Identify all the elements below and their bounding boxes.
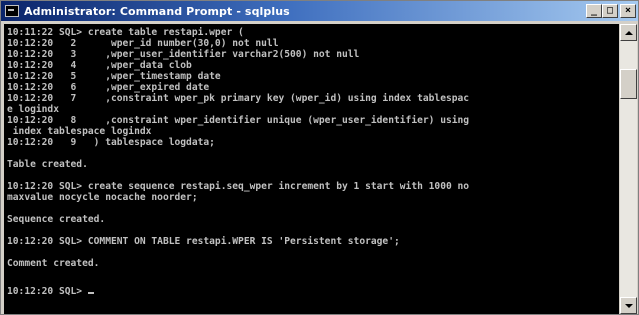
command-prompt-window: Administrator: Command Prompt - sqlplus …	[0, 0, 639, 315]
window-controls: _ □ ×	[586, 4, 636, 18]
console-line: 10:12:20 4 ,wper_data clob	[7, 60, 192, 71]
console-output[interactable]: 10:11:22 SQL> create table restapi.wper …	[4, 24, 619, 314]
sql-prompt: 10:12:20 SQL>	[7, 286, 88, 297]
console-line: 10:12:20 8 ,constraint wper_identifier u…	[7, 115, 470, 126]
title-bar[interactable]: Administrator: Command Prompt - sqlplus …	[1, 1, 638, 21]
console-line: 10:12:20 7 ,constraint wper_pk primary k…	[7, 93, 470, 104]
console-line: 10:11:22 SQL> create table restapi.wper …	[7, 27, 244, 38]
console-icon	[5, 5, 19, 17]
scroll-up-button[interactable]	[620, 24, 637, 41]
text-cursor	[87, 292, 94, 294]
vertical-scrollbar[interactable]	[620, 24, 637, 314]
console-line: Table created.	[7, 159, 88, 170]
arrow-down-icon	[624, 303, 633, 308]
minimize-button[interactable]: _	[586, 4, 602, 18]
console-line: index tablespace logindx	[7, 126, 152, 137]
console-line: 10:12:20 5 ,wper_timestamp date	[7, 71, 221, 82]
window-title: Administrator: Command Prompt - sqlplus	[24, 4, 290, 18]
console-line: 10:12:20 SQL> create sequence restapi.se…	[7, 181, 470, 192]
maximize-button[interactable]: □	[602, 4, 618, 18]
console-line: 10:12:20 3 ,wper_user_identifier varchar…	[7, 49, 360, 60]
console-line: 10:12:20 SQL> COMMENT ON TABLE restapi.W…	[7, 236, 400, 247]
console-line: maxvalue nocycle nocache noorder;	[7, 192, 198, 203]
console-line: 10:12:20 9 ) tablespace logdata;	[7, 137, 215, 148]
scrollbar-thumb[interactable]	[620, 69, 637, 99]
console-line: e logindx	[7, 104, 59, 115]
console-line: 10:12:20 6 ,wper_expired date	[7, 82, 210, 93]
console-line: Comment created.	[7, 258, 100, 269]
scroll-down-button[interactable]	[620, 297, 637, 314]
console-line: Sequence created.	[7, 214, 106, 225]
console-line: 10:12:20 2 wper_id number(30,0) not null	[7, 38, 279, 49]
close-button[interactable]: ×	[620, 4, 636, 18]
arrow-up-icon	[624, 30, 633, 35]
command-prompt-line[interactable]: 10:12:20 SQL>	[7, 286, 94, 297]
